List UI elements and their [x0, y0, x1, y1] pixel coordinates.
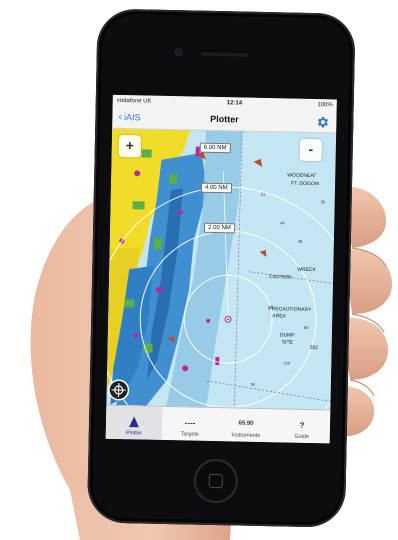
chart-label: WRECK	[297, 266, 316, 274]
targets-icon: ----	[184, 417, 196, 428]
chart-label: WOODNEAT	[287, 172, 317, 180]
question-icon: ?	[299, 420, 305, 430]
chart-label: FT. DOGOM	[291, 180, 319, 188]
carrier-label: vodafone UK	[116, 97, 152, 105]
range-ring-label-inner: 2.00 NM	[204, 222, 235, 234]
tab-instruments[interactable]: 65.90 Instruments	[218, 408, 275, 442]
tab-label: Instruments	[231, 432, 261, 439]
chart-label: 202	[309, 344, 319, 352]
tab-label: Guide	[294, 433, 310, 440]
iphone-device: vodafone UK 12:14 100% ‹ iAIS Plotter 31…	[86, 8, 356, 528]
chart-label: SITE	[281, 339, 293, 346]
range-ring-label-middle: 4.00 NM	[200, 182, 232, 194]
tab-targets[interactable]: ---- Targets	[162, 407, 219, 441]
home-square-icon	[208, 473, 223, 489]
tab-plotter[interactable]: Plotter	[105, 405, 163, 440]
chart-plotter-map[interactable]: 31 44 48 59 86 120 92 36 + - 6.00 NM 4.0…	[105, 128, 337, 444]
range-ring-label-outer: 6.00 NM	[199, 142, 231, 154]
instruments-icon: 65.90	[238, 420, 254, 427]
chart-label: CAUTION	[269, 274, 292, 281]
app-screen: vodafone UK 12:14 100% ‹ iAIS Plotter 31…	[105, 94, 337, 444]
zoom-in-button[interactable]: +	[118, 134, 142, 158]
battery-label: 100%	[317, 102, 333, 109]
chart-label: PRECAUTIONARY	[268, 306, 312, 314]
tab-bar: Plotter ---- Targets 65.90 Instruments ?…	[105, 404, 331, 444]
crosshair-icon	[111, 382, 126, 398]
tab-guide[interactable]: ? Guide	[274, 409, 331, 443]
page-title: Plotter	[210, 113, 239, 125]
home-button[interactable]	[193, 458, 239, 504]
zoom-out-button[interactable]: -	[299, 138, 323, 162]
tab-label: Plotter	[125, 430, 142, 437]
chart-label: AREA	[272, 313, 286, 320]
tab-label: Targets	[180, 431, 199, 438]
triangle-icon	[128, 414, 139, 428]
earpiece-speaker	[200, 50, 249, 57]
location-button[interactable]	[109, 380, 128, 400]
time-label: 12:14	[226, 100, 243, 107]
front-camera	[174, 48, 183, 57]
product-photo: vodafone UK 12:14 100% ‹ iAIS Plotter 31…	[0, 0, 398, 540]
gear-icon[interactable]	[315, 115, 329, 129]
svg-text:120: 120	[283, 360, 291, 365]
chart-label: DUMP	[279, 332, 295, 339]
